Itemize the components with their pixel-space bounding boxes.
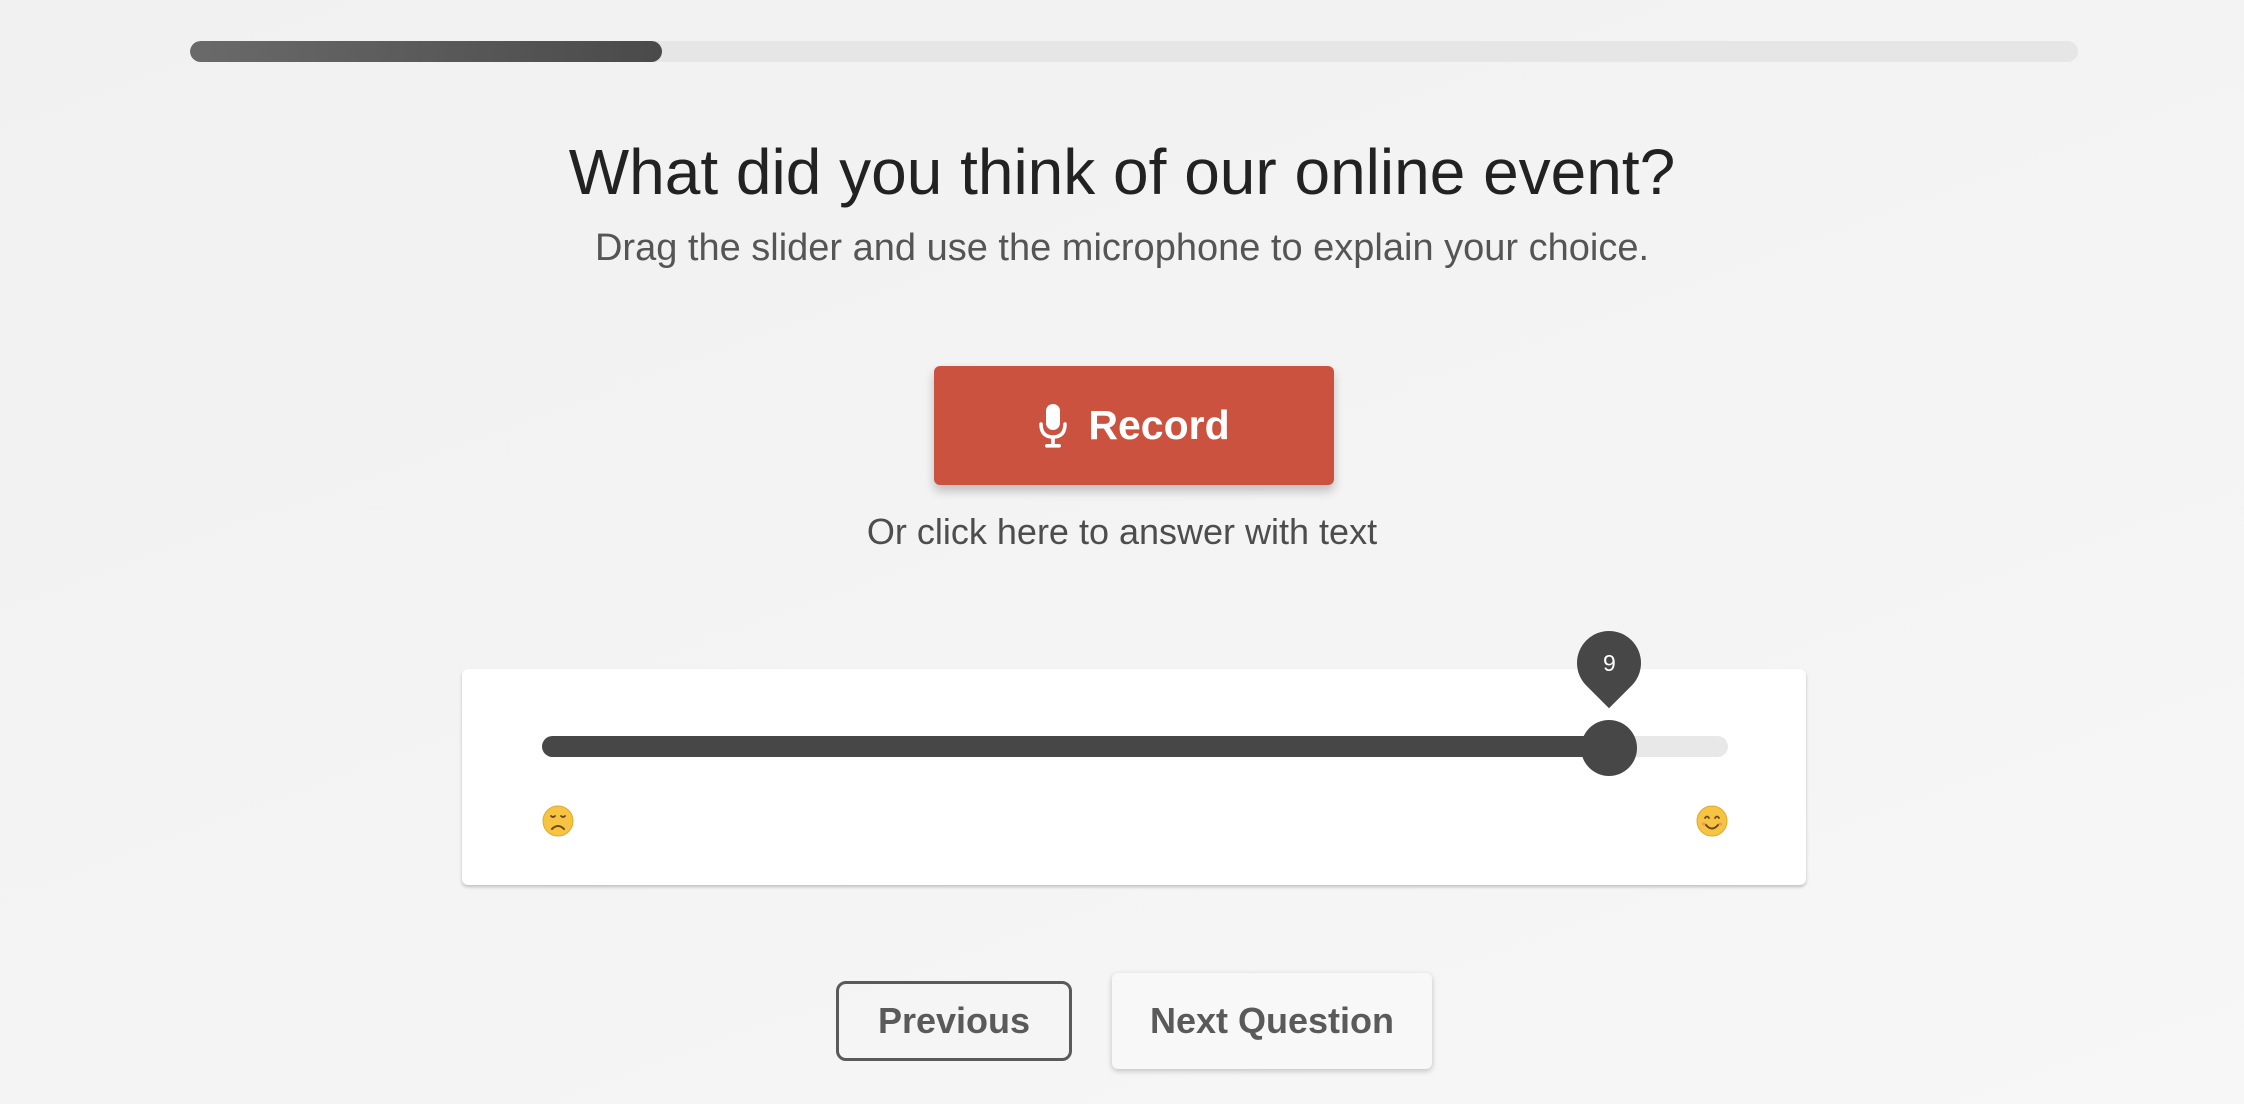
question-title: What did you think of our online event? [568,136,1676,208]
rating-slider-card: 9 [462,617,1806,885]
record-button-label: Record [1088,402,1230,448]
microphone-icon [1039,403,1068,448]
smiling-face-icon [1696,805,1728,837]
record-button[interactable]: Record [934,366,1334,485]
progress-bar-fill [190,41,662,62]
rating-slider-fill [542,736,1610,757]
answer-with-text-link[interactable]: Or click here to answer with text [0,506,2244,558]
question-subtitle: Drag the slider and use the microphone t… [594,227,1650,269]
slider-value-label: 9 [1602,649,1616,676]
sad-face-icon [542,805,574,837]
next-question-button[interactable]: Next Question [1112,973,1432,1069]
rating-slider-thumb[interactable] [1581,720,1638,776]
previous-button[interactable]: Previous [836,981,1072,1061]
progress-bar [190,41,2078,62]
rating-slider-track[interactable] [542,736,1728,757]
